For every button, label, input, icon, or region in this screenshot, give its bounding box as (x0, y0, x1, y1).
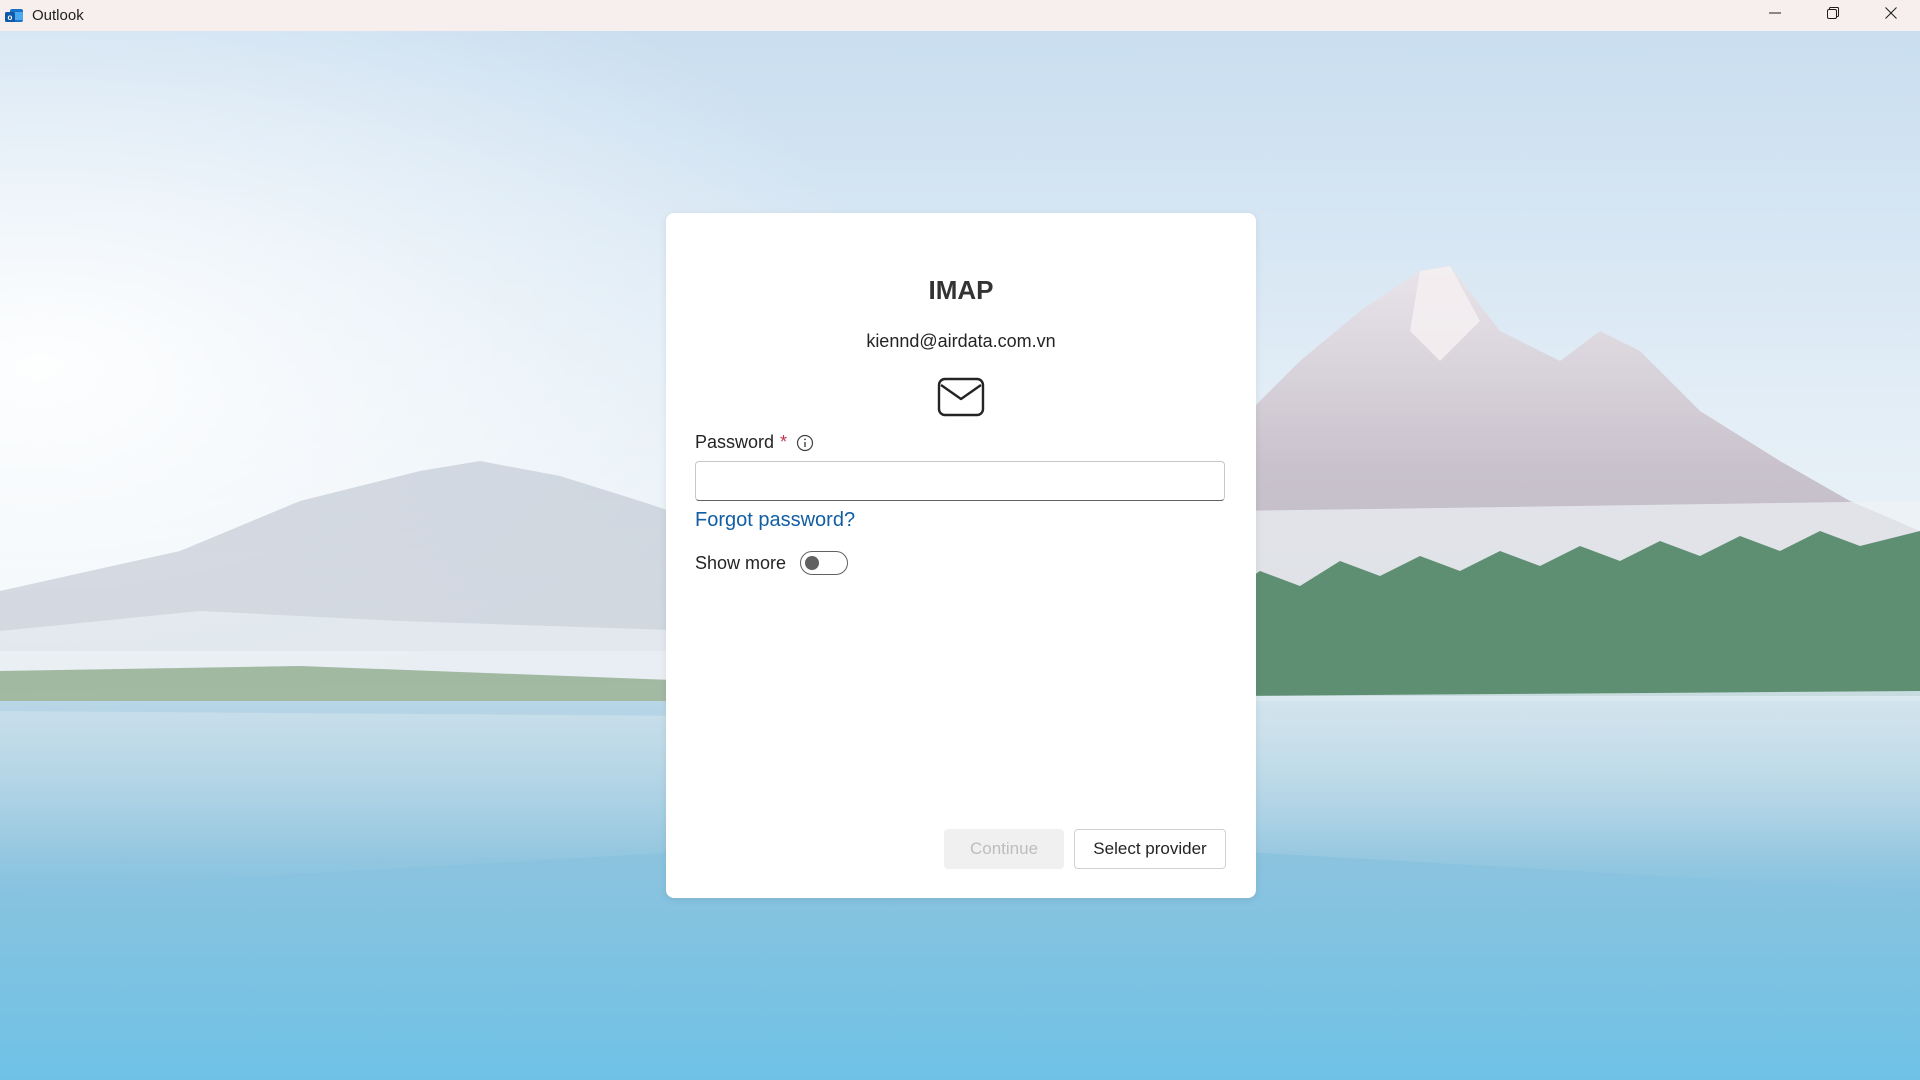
svg-text:o: o (8, 13, 13, 22)
close-icon (1884, 6, 1898, 25)
title-bar: o Outlook (0, 0, 1920, 31)
select-provider-button[interactable]: Select provider (1074, 829, 1226, 869)
minimize-icon (1768, 6, 1782, 25)
outlook-window: o Outlook IMAP kiennd@airdata.com.vn Pas… (0, 0, 1920, 1080)
continue-button[interactable]: Continue (944, 829, 1064, 869)
window-title: Outlook (32, 7, 84, 24)
password-label: Password (695, 432, 775, 452)
restore-icon (1826, 6, 1840, 25)
imap-sign-in-dialog: IMAP kiennd@airdata.com.vn Password * Fo… (666, 213, 1256, 898)
password-label-row: Password * (695, 432, 815, 453)
show-more-toggle[interactable] (800, 551, 849, 575)
account-email: kiennd@airdata.com.vn (866, 331, 1056, 351)
dialog-title: IMAP (928, 275, 994, 305)
close-button[interactable] (1862, 0, 1920, 31)
toggle-knob (805, 556, 820, 570)
required-marker: * (780, 432, 788, 452)
show-more-row: Show more (695, 551, 849, 575)
forgot-password-link[interactable]: Forgot password? (695, 509, 855, 532)
info-icon[interactable] (795, 433, 815, 453)
minimize-button[interactable] (1746, 0, 1804, 31)
window-controls (1746, 0, 1920, 31)
password-input[interactable] (695, 461, 1225, 501)
restore-button[interactable] (1804, 0, 1862, 31)
outlook-icon: o (4, 6, 24, 26)
show-more-label: Show more (695, 552, 787, 573)
mail-icon (937, 376, 985, 418)
